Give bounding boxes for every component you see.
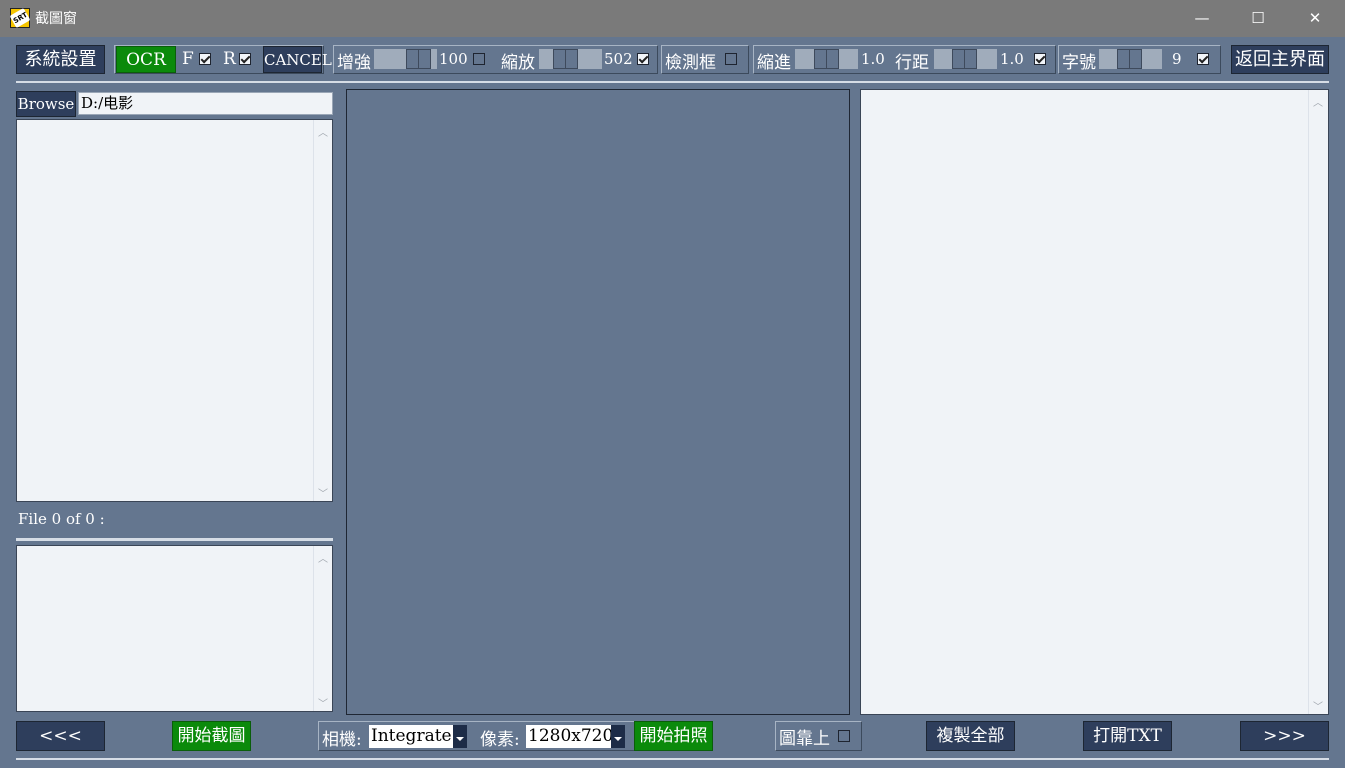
scroll-down-icon[interactable]: ﹀ bbox=[318, 695, 328, 710]
scroll-up-icon[interactable]: ︿ bbox=[318, 550, 328, 565]
indent-slider[interactable] bbox=[795, 49, 858, 69]
scroll-up-icon[interactable]: ︿ bbox=[318, 124, 328, 139]
open-txt-button[interactable]: 打開TXT bbox=[1083, 721, 1172, 751]
linespace-label: 行距 bbox=[895, 53, 929, 73]
back-main-button[interactable]: 返回主界面 bbox=[1231, 45, 1329, 74]
f-label: F bbox=[182, 49, 194, 69]
indent-value: 1.0 bbox=[861, 50, 885, 68]
zoom-value: 502 bbox=[604, 50, 633, 68]
ocr-button[interactable]: OCR bbox=[116, 46, 176, 73]
output-scrollbar[interactable]: ︿ ﹀ bbox=[1308, 90, 1328, 714]
enhance-label: 增強 bbox=[337, 53, 371, 73]
toolbar-divider bbox=[16, 81, 1329, 83]
path-input[interactable]: D:/电影 bbox=[78, 92, 333, 115]
r-label: R bbox=[223, 49, 236, 69]
enhance-checkbox[interactable] bbox=[473, 53, 485, 65]
camera-label: 相機: bbox=[322, 730, 362, 750]
f-checkbox[interactable] bbox=[199, 53, 211, 65]
linespace-value: 1.0 bbox=[1000, 50, 1024, 68]
scroll-up-icon[interactable]: ︿ bbox=[1313, 94, 1323, 109]
detect-checkbox[interactable] bbox=[725, 53, 737, 65]
start-capture-button[interactable]: 開始截圖 bbox=[172, 721, 251, 751]
pixel-value: 1280x720 bbox=[528, 726, 614, 746]
fontsize-label: 字號 bbox=[1062, 53, 1096, 73]
scroll-down-icon[interactable]: ﹀ bbox=[318, 485, 328, 500]
file-status: File 0 of 0 : bbox=[18, 510, 105, 528]
on-top-label: 圖靠上 bbox=[779, 729, 830, 749]
chevron-down-icon[interactable] bbox=[453, 725, 467, 748]
browse-button[interactable]: Browse bbox=[16, 91, 76, 117]
cancel-button[interactable]: CANCEL bbox=[263, 46, 332, 73]
on-top-checkbox[interactable] bbox=[838, 730, 850, 742]
maximize-icon[interactable]: ☐ bbox=[1235, 0, 1281, 37]
chevron-down-icon[interactable] bbox=[611, 725, 625, 748]
fontsize-checkbox[interactable] bbox=[1197, 53, 1209, 65]
file-status-divider bbox=[16, 538, 333, 541]
camera-value: Integrate bbox=[371, 726, 452, 746]
linespace-checkbox[interactable] bbox=[1034, 53, 1046, 65]
fontsize-value: 9 bbox=[1172, 50, 1182, 68]
title-bar bbox=[0, 0, 1345, 37]
file-list-scrollbar[interactable]: ︿ ﹀ bbox=[313, 120, 332, 501]
scroll-down-icon[interactable]: ﹀ bbox=[1313, 698, 1323, 713]
detect-label: 檢測框 bbox=[665, 53, 716, 73]
log-scrollbar[interactable]: ︿ ﹀ bbox=[313, 546, 332, 711]
pixel-select[interactable]: 1280x720 bbox=[526, 725, 625, 748]
srt-app-icon: SRT bbox=[9, 7, 31, 29]
zoom-checkbox[interactable] bbox=[637, 53, 649, 65]
settings-button[interactable]: 系統設置 bbox=[16, 45, 105, 74]
zoom-label: 縮放 bbox=[501, 53, 535, 73]
linespace-slider[interactable] bbox=[934, 49, 997, 69]
close-icon[interactable]: ✕ bbox=[1292, 0, 1338, 37]
start-photo-button[interactable]: 開始拍照 bbox=[634, 721, 713, 751]
image-canvas[interactable] bbox=[346, 89, 850, 715]
fontsize-slider[interactable] bbox=[1099, 49, 1162, 69]
ocr-text-output[interactable] bbox=[860, 89, 1329, 715]
zoom-slider[interactable] bbox=[539, 49, 602, 69]
indent-label: 縮進 bbox=[757, 53, 791, 73]
window-title: 截圖窗 bbox=[35, 11, 77, 27]
r-checkbox[interactable] bbox=[239, 53, 251, 65]
log-textbox[interactable] bbox=[16, 545, 333, 712]
minimize-icon[interactable]: — bbox=[1179, 0, 1225, 37]
enhance-value: 100 bbox=[439, 50, 468, 68]
copy-all-button[interactable]: 複製全部 bbox=[926, 721, 1015, 751]
bottom-divider bbox=[16, 758, 1329, 760]
pixel-label: 像素: bbox=[480, 730, 520, 750]
enhance-slider[interactable] bbox=[374, 49, 437, 69]
file-list[interactable] bbox=[16, 119, 333, 502]
prev-button[interactable]: <<< bbox=[16, 721, 105, 751]
camera-select[interactable]: Integrate bbox=[369, 725, 467, 748]
next-button[interactable]: >>> bbox=[1240, 721, 1329, 751]
